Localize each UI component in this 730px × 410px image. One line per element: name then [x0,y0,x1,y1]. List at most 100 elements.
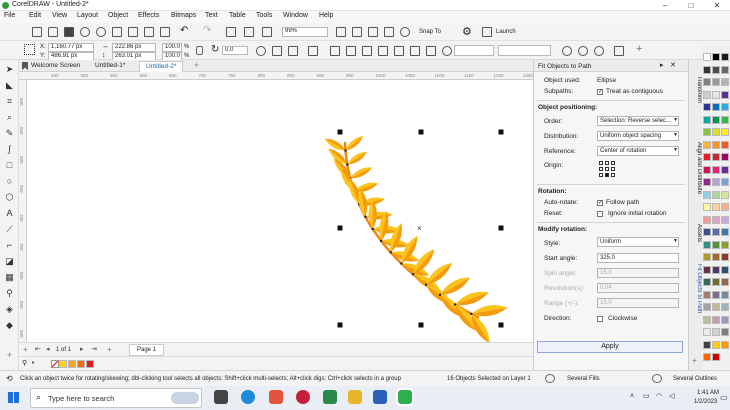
selection-center-marker[interactable]: × [417,224,422,233]
cut-icon[interactable] [128,27,138,37]
eyedropper-icon[interactable]: ⚲ [4,288,15,299]
palette-swatch[interactable] [721,215,729,224]
new-document-icon[interactable] [32,27,42,37]
cloud-icon[interactable] [80,27,90,37]
leaf-node[interactable] [346,163,349,166]
rotation-center-icon[interactable] [256,46,266,56]
style-dropdown[interactable]: Uniform [597,237,679,247]
text-wrap-icon[interactable] [614,46,624,56]
text-tool-icon[interactable]: A [4,208,15,219]
import-icon[interactable] [244,27,254,37]
outline-color-icon[interactable] [594,46,604,56]
palette-swatch[interactable] [703,165,711,174]
tab-fit-objects-to-path[interactable]: Fit Objects to Path [691,264,702,313]
clockwise-checkbox[interactable] [597,316,603,322]
spin-angle-field[interactable]: 15.0 [597,268,679,278]
selection-handle[interactable] [418,129,424,135]
last-page-icon[interactable]: ⇥ [91,345,97,353]
palette-swatch[interactable] [721,78,729,86]
palette-swatch[interactable] [712,140,720,149]
palette-swatch[interactable] [712,278,720,286]
palette-swatch[interactable] [703,253,711,261]
document-color-swatch[interactable] [86,360,94,368]
leaf-node[interactable] [470,312,473,315]
rectangle-tool-icon[interactable]: □ [4,160,15,171]
order-dropdown[interactable]: Selection: Reverse selec... [597,116,679,126]
open-icon[interactable] [48,27,58,37]
coreldraw-taskbar-icon[interactable] [323,390,337,404]
add-page-after-icon[interactable]: + [107,345,112,354]
start-angle-field[interactable]: 325.0 [597,253,679,263]
menu-window[interactable]: Window [283,12,308,19]
tab-assets[interactable]: Assets [691,224,702,242]
palette-swatch[interactable] [703,103,711,111]
apply-button[interactable]: Apply [537,341,683,353]
eyedropper-palette-icon[interactable]: ⚲ [22,359,27,367]
battery-icon[interactable]: ▭ [643,392,650,400]
scale-width-field[interactable]: 100.0 [162,43,182,52]
search-content-icon[interactable] [226,27,236,37]
origin-point[interactable] [599,173,603,177]
palette-swatch[interactable] [703,140,711,149]
page-1-tab[interactable]: Page 1 [129,344,165,356]
add-docker-plus-icon[interactable]: + [692,356,697,365]
palette-swatch[interactable] [703,153,711,161]
palette-swatch[interactable] [712,215,720,224]
leaf-node[interactable] [371,228,374,231]
cloud-upload-icon[interactable] [96,27,106,37]
document-color-swatch[interactable] [59,360,67,368]
leaf-node[interactable] [344,149,347,152]
palette-swatch[interactable] [721,153,729,161]
drawing-canvas[interactable]: × [27,80,533,342]
origin-point[interactable] [599,161,603,165]
palette-swatch[interactable] [712,165,720,174]
freehand-tool-icon[interactable]: ✎ [4,128,15,139]
origin-point[interactable] [611,167,615,171]
task-view-icon[interactable] [214,390,228,404]
width-field[interactable]: 222.86 px [112,43,156,52]
leaf-node[interactable] [438,293,441,296]
front-minus-back-icon[interactable] [426,46,436,56]
palette-swatch[interactable] [703,215,711,224]
ungroup-icon[interactable] [346,46,356,56]
transparency-icon[interactable]: ▦ [4,272,15,283]
copy-icon[interactable] [144,27,154,37]
tab-align-and-distribute[interactable]: Align and Distribute [691,142,702,194]
palette-swatch[interactable] [703,303,711,311]
palette-swatch[interactable] [712,265,720,274]
menu-help[interactable]: Help [319,12,333,19]
palette-swatch[interactable] [703,190,711,199]
end-arrow-icon[interactable] [578,46,588,56]
save-icon[interactable] [64,27,74,37]
rotation-angle-field[interactable]: 0.0 [222,46,248,55]
palette-swatch[interactable] [712,303,720,311]
palette-swatch[interactable] [703,240,711,249]
palette-swatch[interactable] [712,153,720,161]
paste-icon[interactable] [160,27,170,37]
taskbar-search-box[interactable]: ⌕ Type here to search [30,388,202,408]
palette-swatch[interactable] [703,265,711,274]
menu-table[interactable]: Table [229,12,246,19]
word-icon[interactable] [373,390,387,404]
palette-swatch[interactable] [721,115,729,124]
artistic-media-icon[interactable]: ∫ [4,144,15,155]
palette-swatch[interactable] [703,278,711,286]
docker-close-icon[interactable]: ✕ [670,61,676,69]
full-screen-icon[interactable] [336,27,346,37]
selection-handle[interactable] [337,129,343,135]
treat-as-contiguous-checkbox[interactable]: ✓ [597,89,603,95]
align-distribute-icon[interactable] [442,46,452,56]
palette-swatch[interactable] [721,140,729,149]
leaf-node[interactable] [454,303,457,306]
tab-transform[interactable]: Transform [691,76,702,103]
ellipse-tool-icon[interactable]: ○ [4,176,15,187]
snap-icon[interactable] [400,27,410,37]
horizontal-ruler[interactable]: 450 500 550 600 650 700 750 800 850 900 950 1000 105… [19,72,533,80]
edge-browser-icon[interactable] [241,390,255,404]
wifi-icon[interactable]: ◠ [656,392,662,400]
parallel-dimension-icon[interactable]: ⟋ [4,224,15,235]
smart-fill-icon[interactable]: ◆ [4,320,15,331]
palette-swatch[interactable] [703,178,711,186]
object-origin-icon[interactable] [24,44,35,55]
simplify-icon[interactable] [410,46,420,56]
